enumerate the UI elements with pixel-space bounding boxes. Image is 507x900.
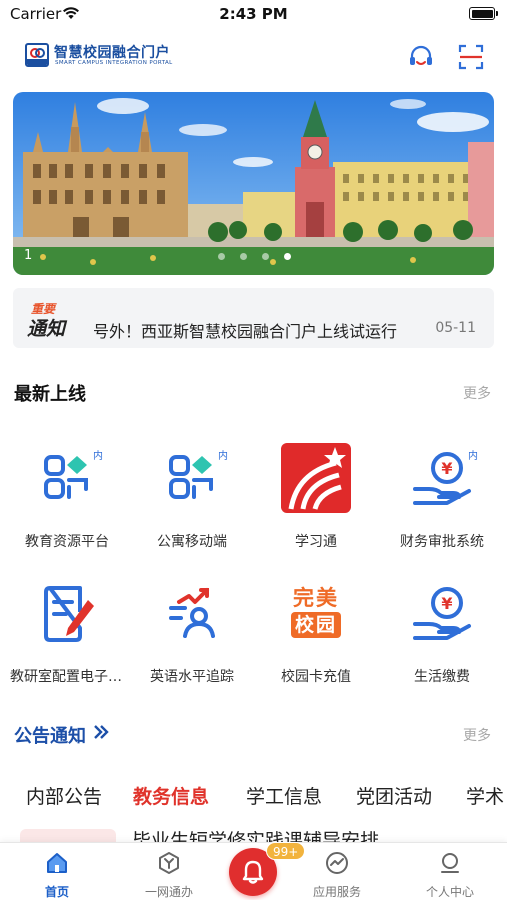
- announcements-section-title: 公告通知: [14, 726, 86, 747]
- grid-apps-icon: [44, 455, 88, 499]
- tab-academic-info[interactable]: 教务信息: [133, 782, 209, 809]
- notice-text[interactable]: 号外！西亚斯智慧校园融合门户上线试运行: [93, 318, 438, 342]
- message-count-badge: 99+: [266, 842, 306, 860]
- announcements-more-link[interactable]: 更多: [463, 725, 491, 745]
- carousel-dot-active[interactable]: [284, 253, 291, 260]
- tab-student-affairs[interactable]: 学工信息: [246, 782, 322, 809]
- carousel-dot[interactable]: [218, 253, 225, 260]
- app-label: 财务审批系统: [400, 534, 484, 550]
- nav-personal-center[interactable]: 个人中心: [410, 843, 490, 900]
- campus-card-logo-icon: 完美 校园: [281, 578, 351, 648]
- notice-date: 05-11: [435, 320, 476, 336]
- app-label: 英语水平追踪: [150, 669, 234, 685]
- nav-one-stop-service[interactable]: 一网通办: [129, 843, 209, 900]
- internal-tag: 内: [468, 451, 478, 462]
- pulse-circle-icon: [326, 852, 348, 874]
- document-edit-icon: [44, 586, 94, 642]
- important-notice-bar[interactable]: 重要 通知 号外！西亚斯智慧校园融合门户上线试运行 05-11: [13, 288, 494, 348]
- app-tile[interactable]: 完美 校园 校园卡充值: [253, 578, 379, 708]
- banner-carousel[interactable]: [13, 92, 494, 275]
- yuan-hand-icon: ¥: [413, 452, 471, 505]
- nav-label: 一网通办: [144, 885, 193, 899]
- app-tile[interactable]: 英语水平追踪: [129, 578, 255, 708]
- xuexitong-logo-icon: [281, 443, 351, 513]
- banner-index: 1: [24, 248, 33, 263]
- notice-badge-bottom: 通知: [27, 318, 66, 340]
- app-label: 校园卡充值: [281, 669, 351, 685]
- app-tile[interactable]: 学习通: [253, 443, 379, 573]
- carousel-dot[interactable]: [240, 253, 247, 260]
- clock: 2:43 PM: [219, 5, 288, 23]
- app-tile[interactable]: 内 教育资源平台: [4, 443, 130, 573]
- app-label: 生活缴费: [414, 669, 470, 685]
- battery-icon: [469, 7, 498, 20]
- app-label: 公寓移动端: [157, 534, 227, 550]
- news-thumbnail[interactable]: [20, 829, 116, 843]
- hexagon-y-icon: [159, 852, 179, 874]
- svg-text:¥: ¥: [441, 594, 452, 613]
- important-notice-badge: 重要 通知: [27, 300, 73, 340]
- grid-apps-icon: [169, 455, 213, 499]
- yuan-hand-icon: ¥: [413, 587, 471, 640]
- campus-card-logo-bottom: 校园: [290, 612, 341, 638]
- campus-card-logo-top: 完美: [293, 586, 339, 610]
- portal-subtitle: SMART CAMPUS INTEGRATION PORTAL: [55, 60, 173, 66]
- person-icon: [441, 853, 459, 873]
- app-label: 教研室配置电子档案: [10, 669, 130, 685]
- internal-tag: 内: [93, 451, 103, 462]
- user-trend-icon: [169, 588, 215, 638]
- home-icon: [47, 853, 67, 873]
- status-bar: Carrier 2:43 PM: [0, 0, 507, 30]
- tab-party-activities[interactable]: 党团活动: [356, 782, 432, 809]
- news-item-title[interactable]: 毕业生短学修实践课辅导安排: [132, 826, 379, 842]
- bell-icon: [242, 860, 264, 884]
- latest-section-title: 最新上线: [14, 384, 86, 405]
- nav-label: 首页: [44, 885, 69, 899]
- tab-academic[interactable]: 学术: [466, 782, 504, 809]
- app-tile[interactable]: 内 公寓移动端: [129, 443, 255, 573]
- internal-tag: 内: [218, 451, 228, 462]
- nav-app-services[interactable]: 应用服务: [297, 843, 377, 900]
- app-label: 学习通: [295, 534, 337, 550]
- school-logo-icon: [25, 43, 49, 67]
- app-tile[interactable]: 教研室配置电子档案: [4, 578, 130, 708]
- headset-icon[interactable]: [406, 42, 436, 72]
- scan-icon[interactable]: [456, 42, 486, 72]
- svg-text:¥: ¥: [441, 459, 452, 478]
- carousel-dot[interactable]: [262, 253, 269, 260]
- nav-label: 应用服务: [312, 885, 361, 899]
- app-header: 智慧校园融合门户 SMART CAMPUS INTEGRATION PORTAL: [0, 38, 507, 78]
- nav-label: 个人中心: [425, 885, 474, 899]
- banner-image: [13, 92, 494, 275]
- double-chevron-right-icon: [94, 725, 109, 739]
- tab-internal-notice[interactable]: 内部公告: [26, 782, 102, 809]
- app-label: 教育资源平台: [25, 534, 109, 550]
- app-tile[interactable]: ¥ 生活缴费: [379, 578, 505, 708]
- nav-home[interactable]: 首页: [17, 843, 97, 900]
- portal-title: 智慧校园融合门户: [54, 45, 170, 61]
- latest-more-link[interactable]: 更多: [463, 383, 491, 403]
- app-tile[interactable]: ¥ 内 财务审批系统: [379, 443, 505, 573]
